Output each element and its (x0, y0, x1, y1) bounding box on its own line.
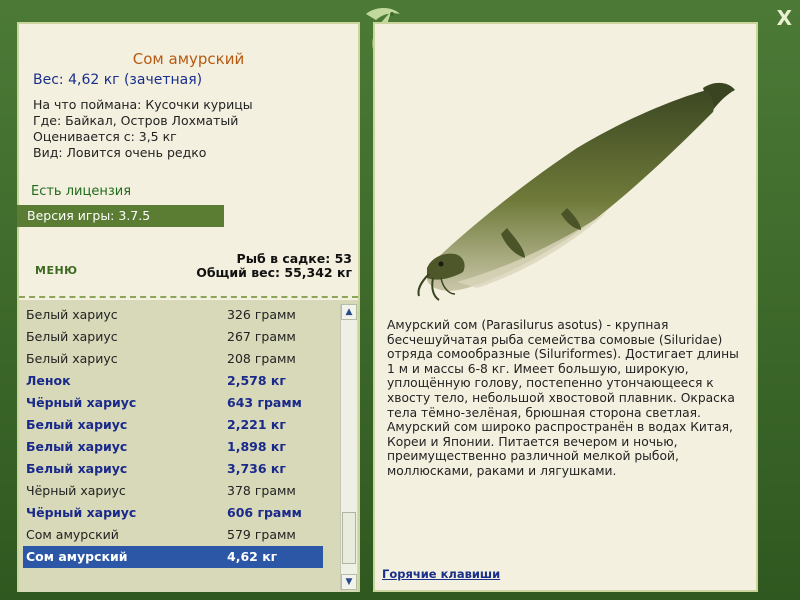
catch-list-scrollbar[interactable]: ▲ ▼ (340, 304, 357, 590)
location-info: Где: Байкал, Остров Лохматый (33, 113, 239, 128)
version-bar: Версия игры: 3.7.5 (17, 205, 224, 227)
scroll-down-button[interactable]: ▼ (341, 574, 357, 590)
catch-item-weight: 326 грамм (227, 307, 296, 322)
catch-list-item[interactable]: Ленок 2,578 кг (23, 370, 323, 392)
fish-image (417, 82, 735, 301)
catch-item-weight: 606 грамм (227, 505, 302, 520)
catch-item-weight: 208 грамм (227, 351, 296, 366)
catch-item-name: Чёрный хариус (26, 395, 137, 410)
catch-item-weight: 2,578 кг (227, 373, 286, 388)
catch-item-weight: 2,221 кг (227, 417, 286, 432)
bait-info: На что поймана: Кусочки курицы (33, 97, 253, 112)
catch-item-name: Белый хариус (26, 329, 118, 344)
catch-list-item[interactable]: Белый хариус 267 грамм (23, 326, 323, 348)
catch-list-item[interactable]: Чёрный хариус 643 грамм (23, 392, 323, 414)
catch-item-name: Чёрный хариус (26, 483, 126, 498)
catch-item-name: Сом амурский (26, 527, 119, 542)
catch-list-item[interactable]: Чёрный хариус 378 грамм (23, 480, 323, 502)
catch-item-name: Белый хариус (26, 417, 128, 432)
catch-item-name: Сом амурский (26, 549, 128, 564)
catch-list-item[interactable]: Белый хариус 3,736 кг (23, 458, 323, 480)
catch-item-name: Белый хариус (26, 307, 118, 322)
catch-item-name: Белый хариус (26, 439, 128, 454)
catch-item-name: Белый хариус (26, 351, 118, 366)
close-icon: X (776, 6, 792, 30)
catch-item-name: Белый хариус (26, 461, 128, 476)
close-button[interactable]: X (777, 6, 792, 30)
chevron-up-icon: ▲ (345, 307, 353, 317)
total-weight: Общий вес: 55,342 кг (196, 265, 352, 280)
catch-item-weight: 4,62 кг (227, 549, 278, 564)
catch-item-weight: 267 грамм (227, 329, 296, 344)
catch-item-weight: 3,736 кг (227, 461, 286, 476)
net-stats: Рыб в садке: 53 Общий вес: 55,342 кг (196, 252, 352, 280)
catch-list-item[interactable]: Белый хариус 326 грамм (23, 304, 323, 326)
catch-item-name: Чёрный хариус (26, 505, 137, 520)
fish-info-panel: Сом амурский Вес: 4,62 кг (зачетная) На … (17, 22, 360, 592)
catch-item-weight: 643 грамм (227, 395, 302, 410)
fish-description: Амурский сом (Parasilurus asotus) - круп… (387, 318, 739, 478)
catch-list-item[interactable]: Чёрный хариус 606 грамм (23, 502, 323, 524)
valued-info: Оценивается с: 3,5 кг (33, 129, 177, 144)
catch-item-name: Ленок (26, 373, 71, 388)
catch-list-item[interactable]: Сом амурский 579 грамм (23, 524, 323, 546)
scroll-thumb[interactable] (342, 512, 356, 564)
license-status: Есть лицензия (31, 184, 132, 199)
catch-list-item[interactable]: Белый хариус 1,898 кг (23, 436, 323, 458)
catch-list: Белый хариус 326 грамм Белый хариус 267 гра… (23, 304, 323, 568)
fish-title: Сом амурский (132, 50, 245, 68)
divider (19, 296, 358, 298)
menu-button[interactable]: МЕНЮ (35, 264, 78, 277)
catch-item-weight: 378 грамм (227, 483, 296, 498)
catch-list-item[interactable]: Белый хариус 2,221 кг (23, 414, 323, 436)
fish-count: Рыб в садке: 53 (236, 251, 352, 266)
catch-list-item[interactable]: Сом амурский 4,62 кг (23, 546, 323, 568)
scroll-up-button[interactable]: ▲ (341, 304, 357, 320)
hotkeys-link[interactable]: Горячие клавиши (382, 567, 500, 581)
catch-list-item[interactable]: Белый хариус 208 грамм (23, 348, 323, 370)
catch-list-area: Белый хариус 326 грамм Белый хариус 267 гра… (19, 300, 358, 592)
catch-item-weight: 1,898 кг (227, 439, 286, 454)
fish-weight: Вес: 4,62 кг (зачетная) (33, 72, 203, 88)
catch-item-weight: 579 грамм (227, 527, 296, 542)
chevron-down-icon: ▼ (345, 577, 353, 587)
fish-description-panel: Амурский сом (Parasilurus asotus) - круп… (373, 22, 758, 592)
kind-info: Вид: Ловится очень редко (33, 145, 207, 160)
